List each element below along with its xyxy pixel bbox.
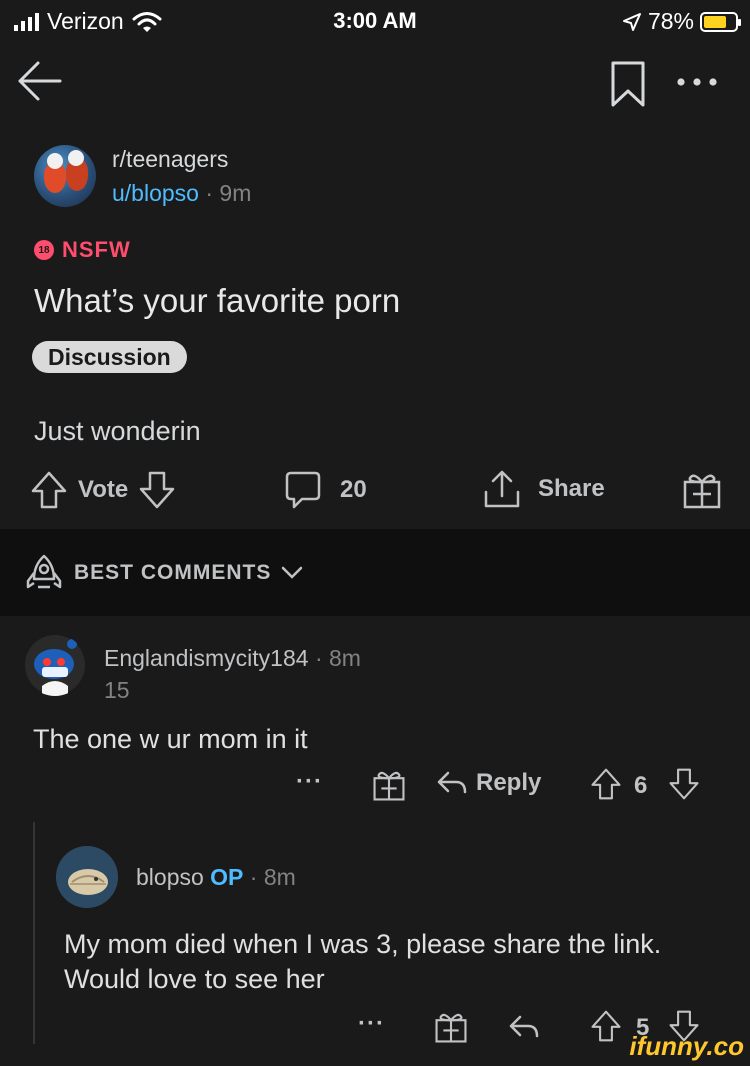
post-body: Just wonderin xyxy=(34,416,201,446)
award-icon[interactable] xyxy=(434,1010,468,1044)
comment-age: 8m xyxy=(263,864,296,890)
comment-more-button[interactable]: ··· xyxy=(358,1010,385,1038)
comment-score: 6 xyxy=(634,772,648,799)
comment-actions: ··· Reply 6 xyxy=(0,766,750,806)
post-title: What’s your favorite porn xyxy=(34,282,401,319)
meta-separator: · xyxy=(205,180,214,206)
bookmark-icon[interactable] xyxy=(610,60,646,108)
chevron-down-icon xyxy=(282,566,303,579)
back-arrow-icon[interactable] xyxy=(14,56,64,106)
comment-username[interactable]: blopso xyxy=(136,864,204,890)
award-icon[interactable] xyxy=(682,470,722,510)
rocket-icon xyxy=(26,554,62,589)
comment-username[interactable]: Englandismycity184 xyxy=(104,645,309,671)
post-action-bar: Vote 20 Share xyxy=(0,466,750,516)
comment-body: The one w ur mom in it xyxy=(33,724,308,754)
commenter-avatar[interactable] xyxy=(56,846,118,908)
sort-label: BEST COMMENTS xyxy=(74,561,272,584)
comment: Englandismycity184 · 8m 15 The one w ur … xyxy=(0,626,750,816)
share-icon xyxy=(484,470,520,508)
comment-header: Englandismycity184 · 8m xyxy=(104,645,361,671)
post-navbar xyxy=(0,50,750,114)
comment-header: blopso OP · 8m xyxy=(136,864,296,890)
status-right: 78% xyxy=(622,8,741,35)
nsfw-tag: 18 NSFW xyxy=(34,237,131,263)
comment-age: 8m xyxy=(329,645,361,671)
reply-label: Reply xyxy=(476,769,542,796)
downvote-icon[interactable] xyxy=(138,470,176,510)
nsfw-label: NSFW xyxy=(62,237,131,262)
award-icon[interactable] xyxy=(372,768,406,802)
comment-body: My mom died when I was 3, please share t… xyxy=(64,929,662,994)
upvote-icon[interactable] xyxy=(590,766,622,802)
comments-button[interactable]: 20 xyxy=(284,470,367,510)
sort-dropdown[interactable]: BEST COMMENTS xyxy=(24,553,303,593)
upvote-icon[interactable] xyxy=(590,1008,622,1044)
subreddit-avatar[interactable] xyxy=(34,145,96,207)
op-badge: OP xyxy=(210,864,244,890)
vote-label: Vote xyxy=(78,476,129,503)
post-flair[interactable]: Discussion xyxy=(32,341,187,373)
comment-icon xyxy=(285,471,321,509)
reply-button[interactable]: Reply xyxy=(436,768,541,798)
upvote-icon[interactable] xyxy=(30,470,68,510)
comments-count: 20 xyxy=(340,476,367,503)
commenter-karma: 15 xyxy=(104,677,130,703)
vote-group: Vote xyxy=(30,470,176,510)
subreddit-name[interactable]: r/teenagers xyxy=(112,146,228,173)
reply-arrow-icon xyxy=(437,771,467,794)
comment-reply: blopso OP · 8m My mom died when I was 3,… xyxy=(0,840,750,1060)
post-age: 9m xyxy=(219,180,252,206)
post-author[interactable]: u/blopso xyxy=(112,180,199,206)
reply-arrow-icon[interactable] xyxy=(508,1012,540,1042)
battery-icon xyxy=(700,11,741,32)
comments-sort-bar: BEST COMMENTS xyxy=(0,529,750,616)
battery-percent: 78% xyxy=(647,8,694,34)
commenter-avatar[interactable] xyxy=(24,634,86,696)
ifunny-watermark: ifunny.co xyxy=(629,1031,744,1061)
share-label: Share xyxy=(538,475,605,502)
more-icon[interactable] xyxy=(672,68,722,96)
comment-more-button[interactable]: ··· xyxy=(296,768,323,796)
post-meta: u/blopso · 9m xyxy=(112,180,251,207)
share-button[interactable]: Share xyxy=(482,468,605,510)
location-icon xyxy=(622,12,641,31)
status-bar: Verizon 3:00 AM 78% xyxy=(0,0,750,44)
downvote-icon[interactable] xyxy=(668,766,700,802)
nsfw-18-icon: 18 xyxy=(34,240,54,260)
